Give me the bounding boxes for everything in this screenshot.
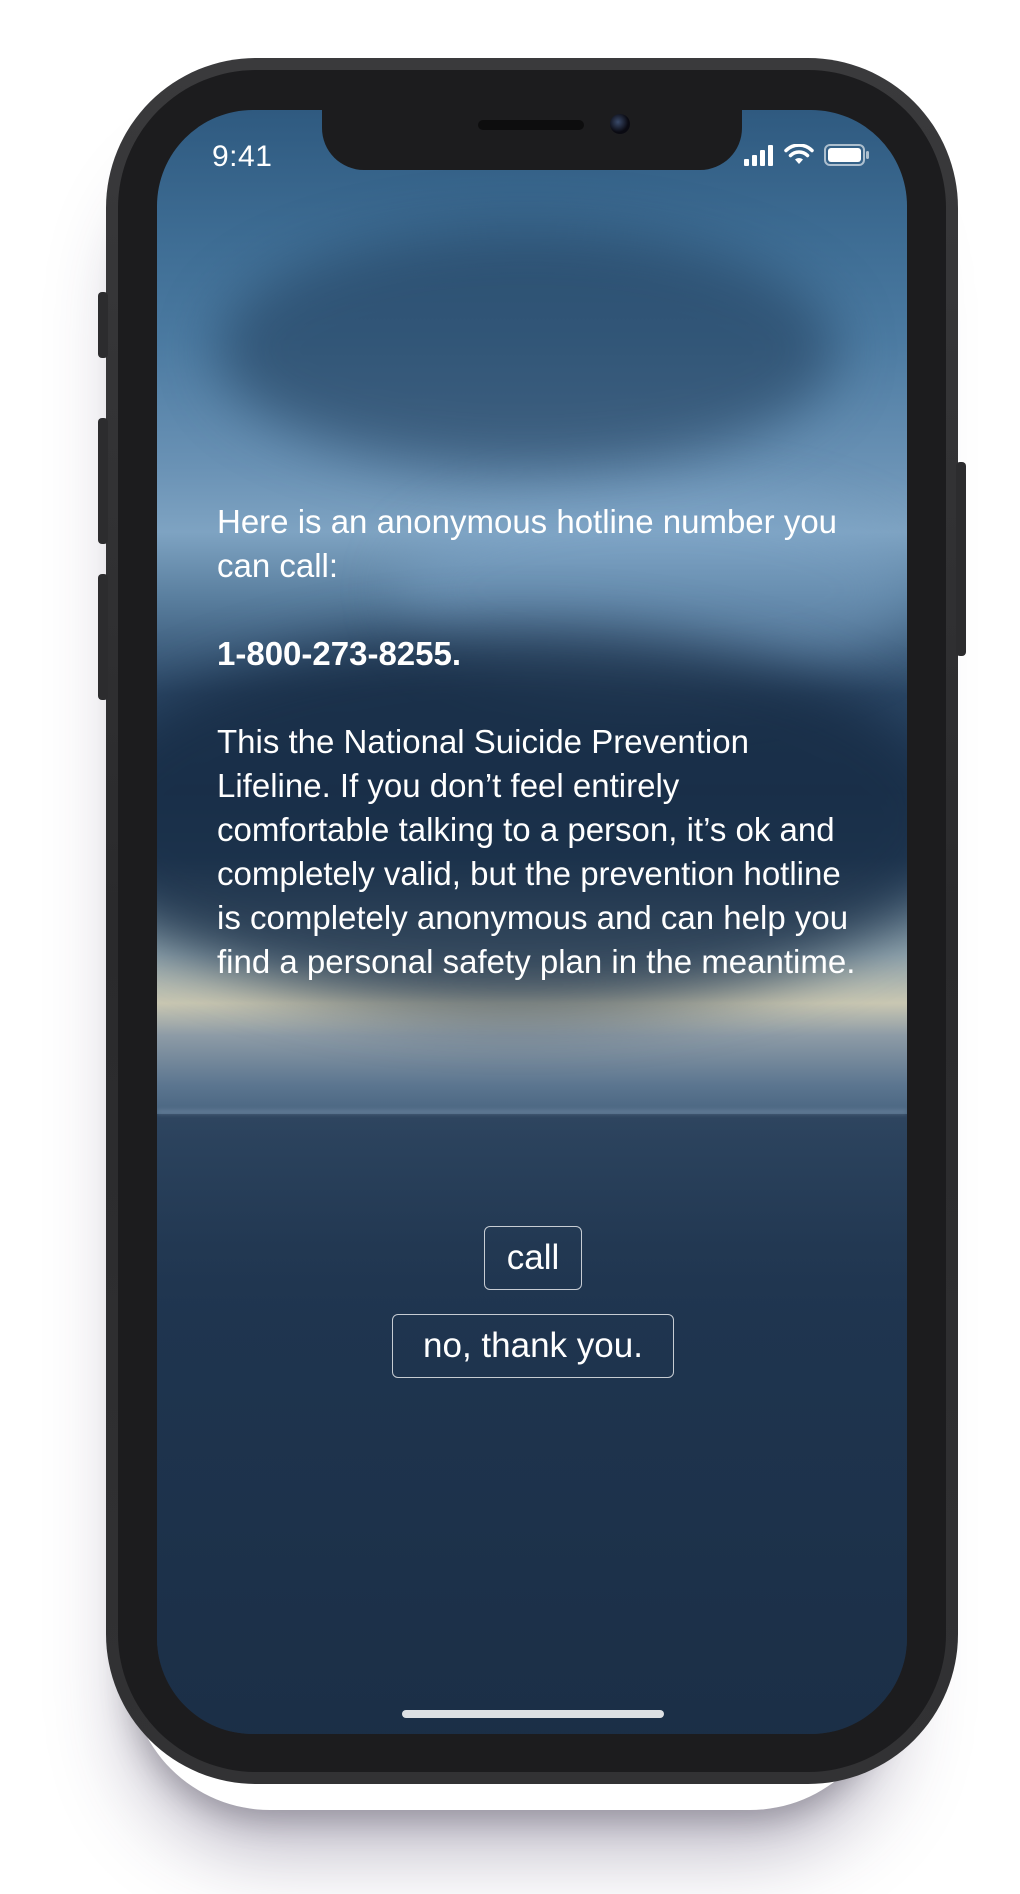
hotline-phone-number: 1-800-273-8255. xyxy=(217,635,462,672)
earpiece-speaker xyxy=(478,120,584,130)
call-button[interactable]: call xyxy=(484,1226,582,1290)
volume-down-button xyxy=(98,574,108,700)
hotline-intro-text: Here is an anonymous hotline number you … xyxy=(217,503,838,584)
volume-up-button xyxy=(98,418,108,544)
status-time: 9:41 xyxy=(212,140,273,173)
device-mockup: 9:41 Here is an anonymous hotline number… xyxy=(0,0,1020,1894)
notch xyxy=(322,110,742,170)
battery-icon xyxy=(824,143,870,171)
wifi-icon xyxy=(784,142,814,171)
background-cloud-upper xyxy=(217,230,837,470)
hotline-message: Here is an anonymous hotline number you … xyxy=(217,500,857,1028)
hotline-description-text: This the National Suicide Prevention Lif… xyxy=(217,723,856,980)
power-button xyxy=(956,462,966,656)
mute-switch xyxy=(98,292,108,358)
home-indicator[interactable] xyxy=(402,1710,664,1718)
status-icons xyxy=(744,142,870,171)
front-camera xyxy=(610,114,630,134)
background-horizon xyxy=(157,1110,907,1114)
cellular-signal-icon xyxy=(744,144,774,171)
decline-button[interactable]: no, thank you. xyxy=(392,1314,674,1378)
background-sea xyxy=(157,1114,907,1734)
